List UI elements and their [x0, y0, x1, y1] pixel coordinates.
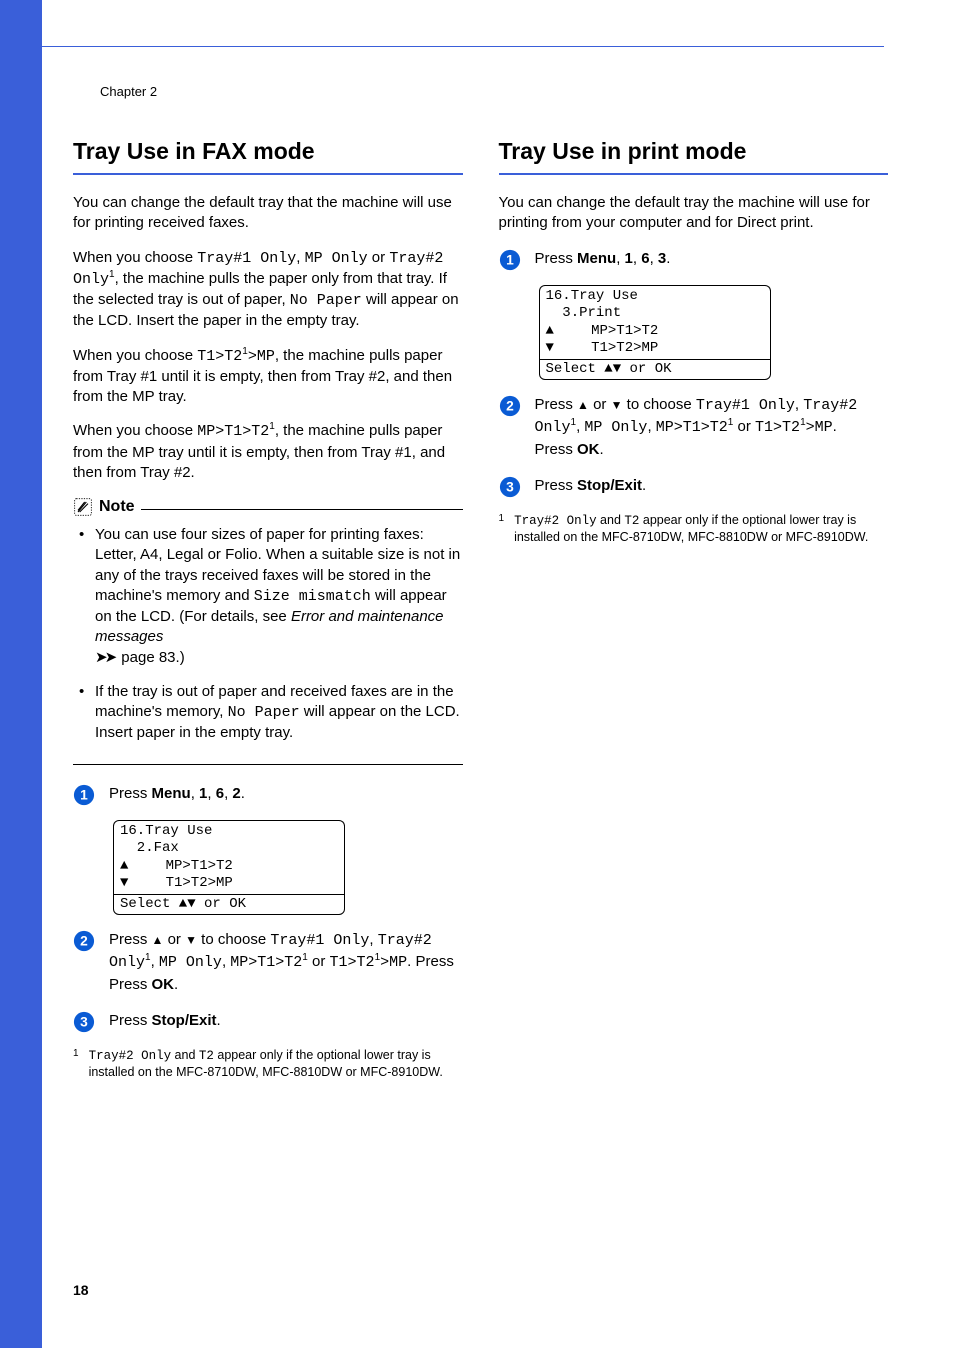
print-step-1: 1 Press Menu, 1, 6, 3. — [499, 248, 889, 271]
note-block: Note You can use four sizes of paper for… — [73, 497, 463, 765]
fax-lcd: 16.Tray Use 2.Fax ▲ MP>T1>T2 ▼ T1>T2>MP … — [113, 820, 345, 915]
print-intro: You can change the default tray the mach… — [499, 193, 889, 234]
print-footnote-1: 1 Tray#2 Only and T2 appear only if the … — [499, 512, 889, 546]
side-tab — [0, 0, 42, 1348]
chapter-label: Chapter 2 — [100, 84, 157, 99]
fax-step-2: 2 Press ▲ or ▼ to choose Tray#1 Only, Tr… — [73, 929, 463, 996]
svg-text:3: 3 — [506, 479, 514, 494]
print-step-3: 3 Press Stop/Exit. — [499, 475, 889, 498]
left-column: Tray Use in FAX mode You can change the … — [73, 138, 463, 1080]
svg-text:2: 2 — [80, 933, 88, 948]
step-number-1-icon: 1 — [499, 249, 521, 271]
svg-text:2: 2 — [506, 398, 514, 413]
page-number: 18 — [73, 1282, 89, 1298]
note-item-1: You can use four sizes of paper for prin… — [73, 525, 463, 668]
section-title-fax: Tray Use in FAX mode — [73, 138, 463, 175]
header-rule — [42, 46, 884, 47]
step-number-2-icon: 2 — [73, 930, 95, 952]
step-number-2-icon: 2 — [499, 395, 521, 417]
fax-footnote-1: 1 Tray#2 Only and T2 appear only if the … — [73, 1047, 463, 1081]
fax-p3: When you choose T1>T21>MP, the machine p… — [73, 346, 463, 408]
right-column: Tray Use in print mode You can change th… — [499, 138, 889, 1080]
fax-p2: When you choose Tray#1 Only, MP Only or … — [73, 248, 463, 332]
svg-text:1: 1 — [80, 787, 88, 802]
fax-intro: You can change the default tray that the… — [73, 193, 463, 234]
note-item-2: If the tray is out of paper and received… — [73, 682, 463, 744]
section-title-print: Tray Use in print mode — [499, 138, 889, 175]
note-label: Note — [99, 498, 135, 516]
fax-p4: When you choose MP>T1>T21, the machine p… — [73, 421, 463, 483]
note-icon — [73, 497, 93, 517]
print-step-2: 2 Press ▲ or ▼ to choose Tray#1 Only, Tr… — [499, 394, 889, 461]
step-number-3-icon: 3 — [73, 1011, 95, 1033]
fax-step-3: 3 Press Stop/Exit. — [73, 1010, 463, 1033]
fax-step-1: 1 Press Menu, 1, 6, 2. — [73, 783, 463, 806]
step-number-3-icon: 3 — [499, 476, 521, 498]
print-lcd: 16.Tray Use 3.Print ▲ MP>T1>T2 ▼ T1>T2>M… — [539, 285, 771, 380]
svg-text:1: 1 — [506, 252, 514, 267]
svg-text:3: 3 — [80, 1014, 88, 1029]
step-number-1-icon: 1 — [73, 784, 95, 806]
